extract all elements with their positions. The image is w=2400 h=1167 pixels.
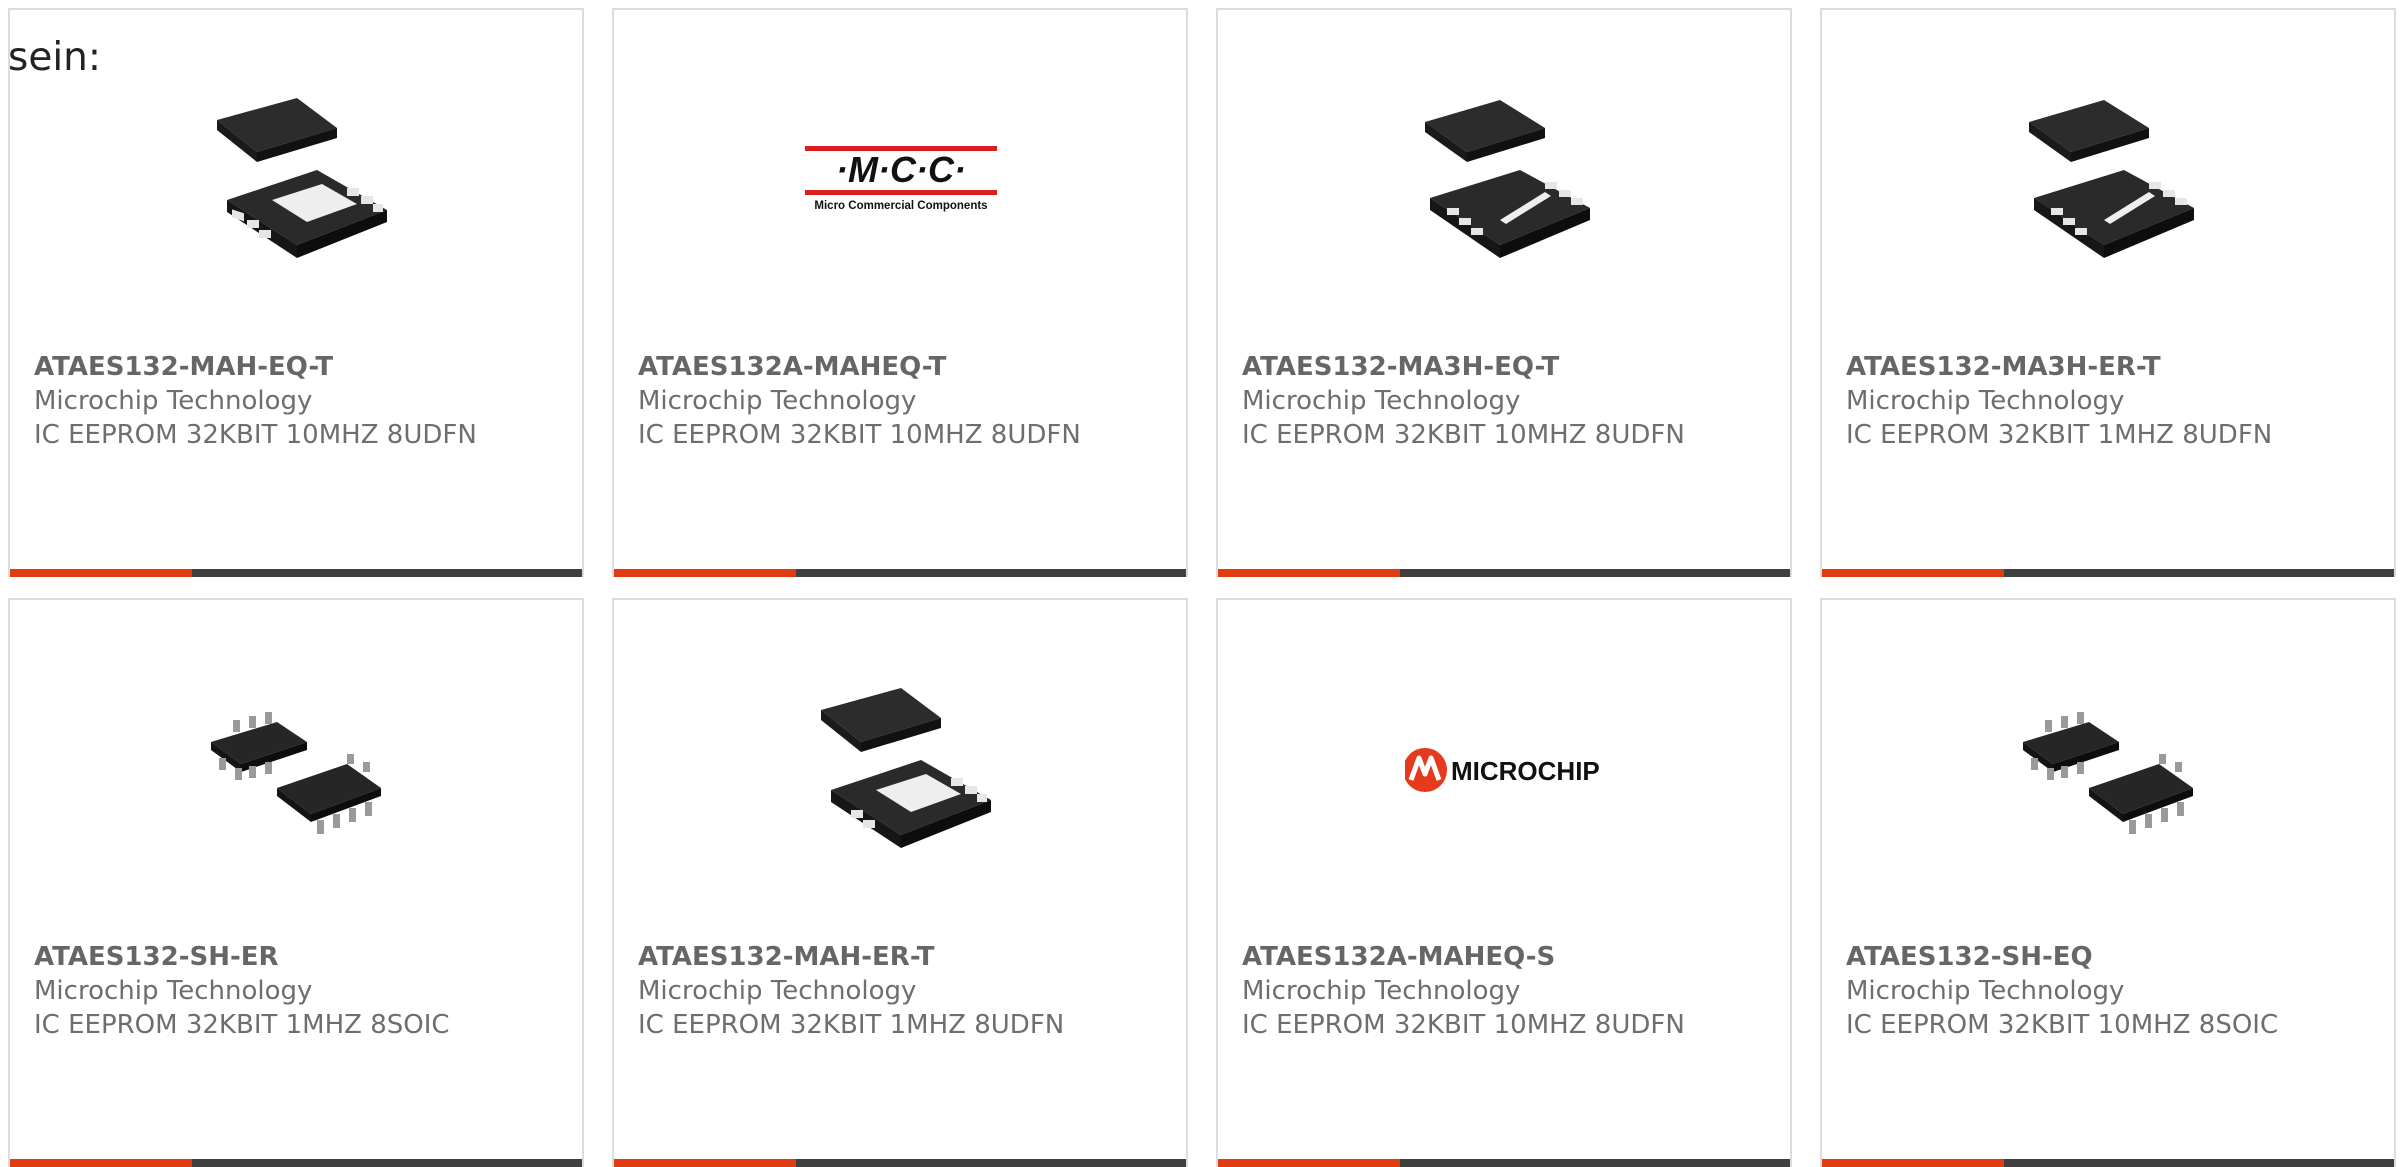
part-number-link[interactable]: ATAES132-MA3H-EQ-T [1242, 350, 1762, 384]
product-grid-page: sein: ATAES132-MAH-EQ-T Microchip Techno… [0, 0, 2400, 1167]
mcc-logo-subtext: Micro Commercial Components [814, 200, 987, 212]
product-card[interactable]: ATAES132-MA3H-ER-T Microchip Technology … [1820, 8, 2396, 577]
card-bottom-bar [614, 1159, 1186, 1167]
description: IC EEPROM 32KBIT 1MHZ 8SOIC [34, 1010, 450, 1040]
product-card[interactable]: ATAES132-MA3H-EQ-T Microchip Technology … [1216, 8, 1792, 577]
card-bottom-bar [1822, 569, 2394, 577]
card-accent-bar [614, 569, 796, 577]
description: IC EEPROM 32KBIT 10MHZ 8UDFN [1242, 420, 1685, 450]
microchip-logo: MICROCHIP [1404, 669, 1606, 871]
product-card[interactable]: ATAES132-SH-EQ Microchip Technology IC E… [1820, 598, 2396, 1167]
udfn-chip-bar-icon [2008, 79, 2210, 281]
description: IC EEPROM 32KBIT 10MHZ 8UDFN [638, 420, 1081, 450]
card-accent-bar [1822, 1159, 2004, 1167]
intro-text: sein: [8, 35, 102, 80]
part-number-link[interactable]: ATAES132-SH-EQ [1846, 940, 2366, 974]
card-bottom-bar [1218, 569, 1790, 577]
product-info: ATAES132-SH-EQ Microchip Technology IC E… [1846, 940, 2366, 1042]
manufacturer: Microchip Technology [1846, 386, 2125, 416]
description: IC EEPROM 32KBIT 10MHZ 8UDFN [1242, 1010, 1685, 1040]
microchip-logo-text: MICROCHIP [1451, 756, 1600, 786]
udfn-chip-two-views-icon [196, 79, 398, 281]
soic-chip-icon [196, 669, 398, 871]
product-info: ATAES132-SH-ER Microchip Technology IC E… [34, 940, 554, 1042]
card-accent-bar [1218, 569, 1400, 577]
description: IC EEPROM 32KBIT 1MHZ 8UDFN [638, 1010, 1065, 1040]
part-number-link[interactable]: ATAES132A-MAHEQ-S [1242, 940, 1762, 974]
part-number-link[interactable]: ATAES132A-MAHEQ-T [638, 350, 1158, 384]
card-accent-bar [10, 1159, 192, 1167]
part-number-link[interactable]: ATAES132-MA3H-ER-T [1846, 350, 2366, 384]
description: IC EEPROM 32KBIT 10MHZ 8UDFN [34, 420, 477, 450]
product-card[interactable]: ·M·C·C· Micro Commercial Components ATAE… [612, 8, 1188, 577]
card-accent-bar [1218, 1159, 1400, 1167]
manufacturer: Microchip Technology [1242, 976, 1521, 1006]
card-bottom-bar [614, 569, 1186, 577]
card-bottom-bar [1218, 1159, 1790, 1167]
product-info: ATAES132-MA3H-EQ-T Microchip Technology … [1242, 350, 1762, 452]
card-bottom-bar [10, 1159, 582, 1167]
card-accent-bar [10, 569, 192, 577]
udfn-chip-two-views-icon [800, 669, 1002, 871]
manufacturer: Microchip Technology [1242, 386, 1521, 416]
product-info: ATAES132A-MAHEQ-S Microchip Technology I… [1242, 940, 1762, 1042]
mcc-logo-text: ·M·C·C· [836, 149, 966, 190]
card-accent-bar [1822, 569, 2004, 577]
manufacturer: Microchip Technology [34, 386, 313, 416]
manufacturer: Microchip Technology [638, 386, 917, 416]
mcc-logo: ·M·C·C· Micro Commercial Components [800, 79, 1002, 281]
card-accent-bar [614, 1159, 796, 1167]
manufacturer: Microchip Technology [638, 976, 917, 1006]
product-info: ATAES132-MA3H-ER-T Microchip Technology … [1846, 350, 2366, 452]
product-card[interactable]: ATAES132-MAH-EQ-T Microchip Technology I… [8, 8, 584, 577]
product-card[interactable]: ATAES132-MAH-ER-T Microchip Technology I… [612, 598, 1188, 1167]
part-number-link[interactable]: ATAES132-MAH-EQ-T [34, 350, 554, 384]
card-bottom-bar [10, 569, 582, 577]
product-card[interactable]: ATAES132-SH-ER Microchip Technology IC E… [8, 598, 584, 1167]
product-info: ATAES132-MAH-EQ-T Microchip Technology I… [34, 350, 554, 452]
card-bottom-bar [1822, 1159, 2394, 1167]
product-card[interactable]: MICROCHIP ATAES132A-MAHEQ-S Microchip Te… [1216, 598, 1792, 1167]
description: IC EEPROM 32KBIT 1MHZ 8UDFN [1846, 420, 2273, 450]
product-info: ATAES132-MAH-ER-T Microchip Technology I… [638, 940, 1158, 1042]
product-grid: ATAES132-MAH-EQ-T Microchip Technology I… [8, 8, 2400, 1167]
product-info: ATAES132A-MAHEQ-T Microchip Technology I… [638, 350, 1158, 452]
part-number-link[interactable]: ATAES132-SH-ER [34, 940, 554, 974]
udfn-chip-bar-icon [1404, 79, 1606, 281]
part-number-link[interactable]: ATAES132-MAH-ER-T [638, 940, 1158, 974]
soic-chip-icon [2008, 669, 2210, 871]
description: IC EEPROM 32KBIT 10MHZ 8SOIC [1846, 1010, 2279, 1040]
manufacturer: Microchip Technology [1846, 976, 2125, 1006]
manufacturer: Microchip Technology [34, 976, 313, 1006]
